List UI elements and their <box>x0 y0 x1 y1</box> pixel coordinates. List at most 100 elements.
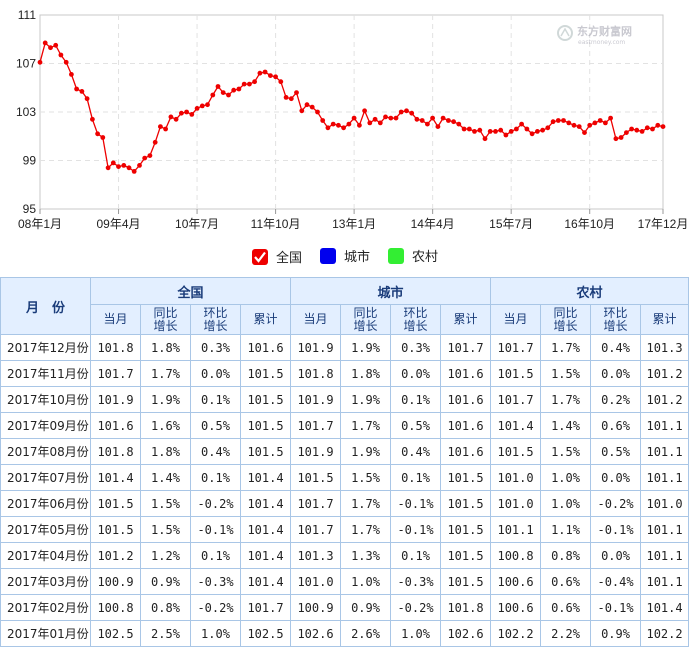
data-point[interactable] <box>503 132 509 138</box>
data-point[interactable] <box>320 118 326 123</box>
data-point[interactable] <box>220 90 226 95</box>
data-point[interactable] <box>53 42 59 48</box>
data-point[interactable] <box>357 122 362 128</box>
data-point[interactable] <box>540 127 545 133</box>
data-point[interactable] <box>184 109 190 115</box>
data-point[interactable] <box>309 104 315 110</box>
data-point[interactable] <box>561 118 566 123</box>
legend-swatch-icon[interactable] <box>388 247 404 264</box>
data-point[interactable] <box>461 126 467 132</box>
data-point[interactable] <box>456 121 462 127</box>
data-point[interactable] <box>283 95 289 100</box>
data-point[interactable] <box>487 129 493 134</box>
data-point[interactable] <box>566 120 572 126</box>
data-point[interactable] <box>545 125 551 131</box>
data-point[interactable] <box>508 129 514 134</box>
data-point[interactable] <box>142 155 148 161</box>
data-point[interactable] <box>346 121 352 127</box>
data-point[interactable] <box>498 127 504 133</box>
data-point[interactable] <box>189 112 195 117</box>
data-point[interactable] <box>372 116 378 122</box>
data-point[interactable] <box>409 110 415 116</box>
data-point[interactable] <box>210 92 216 98</box>
data-point[interactable] <box>163 126 169 132</box>
data-point[interactable] <box>587 122 593 128</box>
data-point[interactable] <box>440 115 446 121</box>
data-point[interactable] <box>571 122 577 128</box>
data-point[interactable] <box>288 96 294 102</box>
data-point[interactable] <box>278 79 284 85</box>
data-point[interactable] <box>613 136 619 142</box>
data-point[interactable] <box>241 81 247 87</box>
data-point[interactable] <box>273 74 278 80</box>
data-point[interactable] <box>398 109 404 115</box>
data-point[interactable] <box>58 52 64 58</box>
data-point[interactable] <box>597 118 603 123</box>
data-point[interactable] <box>37 59 43 65</box>
data-point[interactable] <box>126 165 132 171</box>
data-point[interactable] <box>315 109 320 115</box>
data-point[interactable] <box>304 102 310 108</box>
data-point[interactable] <box>618 135 624 140</box>
data-point[interactable] <box>236 86 242 92</box>
data-point[interactable] <box>168 114 174 120</box>
data-point[interactable] <box>110 160 116 166</box>
data-point[interactable] <box>205 102 210 108</box>
data-point[interactable] <box>451 119 456 125</box>
data-point[interactable] <box>482 136 488 142</box>
data-point[interactable] <box>268 73 273 78</box>
data-point[interactable] <box>639 129 645 134</box>
data-point[interactable] <box>430 115 435 121</box>
data-point[interactable] <box>325 125 331 131</box>
data-point[interactable] <box>199 103 205 109</box>
data-point[interactable] <box>299 108 305 114</box>
data-point[interactable] <box>477 127 483 133</box>
data-point[interactable] <box>63 59 69 65</box>
data-point[interactable] <box>383 114 388 120</box>
data-point[interactable] <box>105 165 111 171</box>
legend-swatch-icon[interactable] <box>319 247 336 264</box>
data-point[interactable] <box>100 135 106 140</box>
data-point[interactable] <box>362 108 367 114</box>
data-point[interactable] <box>603 120 608 126</box>
data-point[interactable] <box>79 89 85 94</box>
data-point[interactable] <box>351 115 357 121</box>
data-point[interactable] <box>152 139 158 145</box>
data-point[interactable] <box>524 126 530 132</box>
data-point[interactable] <box>377 120 383 126</box>
data-point[interactable] <box>529 131 535 137</box>
data-point[interactable] <box>194 106 200 111</box>
legend-item[interactable]: 农村 <box>388 246 438 265</box>
data-point[interactable] <box>179 110 184 116</box>
data-point[interactable] <box>466 126 472 132</box>
data-point[interactable] <box>514 126 519 132</box>
data-point[interactable] <box>634 127 640 133</box>
data-point[interactable] <box>48 45 53 51</box>
data-point[interactable] <box>173 116 179 122</box>
data-point[interactable] <box>42 40 48 46</box>
series-points[interactable] <box>37 40 666 174</box>
data-point[interactable] <box>231 87 237 93</box>
data-point[interactable] <box>69 72 74 77</box>
data-point[interactable] <box>247 81 252 87</box>
data-point[interactable] <box>116 164 121 170</box>
data-point[interactable] <box>252 79 257 85</box>
data-point[interactable] <box>367 120 373 126</box>
data-point[interactable] <box>215 84 221 89</box>
data-point[interactable] <box>493 129 498 134</box>
data-point[interactable] <box>419 118 425 123</box>
data-point[interactable] <box>414 116 420 122</box>
data-point[interactable] <box>336 122 341 128</box>
data-point[interactable] <box>84 96 90 102</box>
data-point[interactable] <box>435 124 441 129</box>
data-point[interactable] <box>650 126 655 132</box>
data-point[interactable] <box>74 86 79 92</box>
data-point[interactable] <box>555 118 561 123</box>
data-point[interactable] <box>90 116 95 122</box>
data-point[interactable] <box>294 90 299 95</box>
legend-item[interactable]: 全国 <box>251 247 302 266</box>
data-point[interactable] <box>131 169 137 174</box>
data-point[interactable] <box>535 129 540 134</box>
data-point[interactable] <box>147 153 153 159</box>
data-point[interactable] <box>121 163 127 168</box>
